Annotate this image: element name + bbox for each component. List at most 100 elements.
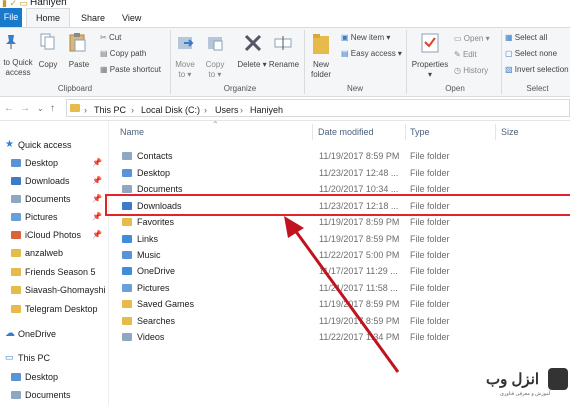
column-header-type[interactable]: Type [410,127,430,137]
column-header-name[interactable]: Name [120,127,144,137]
rename-icon[interactable] [274,34,292,52]
chevron-right-icon[interactable]: › [131,105,134,115]
forward-arrow-icon[interactable]: → [20,103,30,114]
pane-divider[interactable] [108,121,109,405]
nav-pc-documents[interactable]: Documents [25,390,71,400]
row-name[interactable]: Links [137,234,158,244]
row-name[interactable]: Saved Games [137,299,194,309]
select-none-button[interactable]: ▢ Select none [505,49,557,58]
breadcrumb-local-disk[interactable]: Local Disk (C:) [141,105,200,115]
edit-button[interactable]: ✎ Edit [454,50,477,59]
recent-locations-icon[interactable]: ⌄ [37,104,44,113]
nav-quick-access[interactable]: Quick access [18,140,72,150]
pin-icon[interactable] [4,34,18,50]
new-group-label: New [346,84,363,93]
move-to-icon[interactable] [176,33,196,53]
row-name[interactable]: Videos [137,332,164,342]
clipboard-group-label: Clipboard [57,84,93,93]
history-button[interactable]: ◷ History [454,66,488,75]
properties-icon[interactable] [420,32,440,54]
nav-item-friends-season-5[interactable]: Friends Season 5 [25,267,96,277]
cloud-icon: ☁ [5,328,15,339]
open-group-label: Open [445,84,465,93]
nav-item-documents[interactable]: Documents [25,194,71,204]
icloud-photos-icon [11,231,21,239]
row-name[interactable]: OneDrive [137,266,175,276]
row-name[interactable]: Documents [137,184,183,194]
onedrive-cloud-icon [122,267,132,275]
copy-button[interactable]: Copy [36,60,60,70]
annotation-arrow [284,216,400,373]
searches-folder-icon [122,317,132,325]
column-header-date[interactable]: Date modified [318,127,374,137]
move-to-button[interactable]: Move to ▾ [172,60,198,80]
column-divider[interactable] [405,124,406,140]
open-button[interactable]: ▭ Open ▾ [454,34,490,43]
row-name[interactable]: Pictures [137,283,170,293]
back-arrow-icon[interactable]: ← [4,103,14,114]
nav-item-downloads[interactable]: Downloads [25,176,70,186]
nav-item-icloud-photos[interactable]: iCloud Photos [25,230,81,240]
easy-access-button[interactable]: ▤ Easy access ▾ [341,49,402,58]
breadcrumb-users[interactable]: Users [215,105,239,115]
open-icon: ▭ [454,34,462,43]
paste-shortcut-button[interactable]: ▦ Paste shortcut [100,65,161,74]
row-name[interactable]: Searches [137,316,175,326]
documents-folder-icon [11,391,21,399]
row-date: 11/23/2017 12:48 ... [319,168,399,178]
tab-file[interactable]: File [0,8,22,27]
pin-to-quick-access-button[interactable]: to Quick access [0,58,36,78]
paste-icon[interactable] [69,32,87,52]
properties-button[interactable]: Properties ▾ [410,60,450,80]
cut-button[interactable]: ✂ Cut [100,33,121,42]
tab-view[interactable]: View [122,13,141,23]
nav-pc-desktop[interactable]: Desktop [25,372,58,382]
window-title: Haniyeh [30,0,67,8]
new-folder-icon[interactable] [312,32,330,56]
row-name[interactable]: Music [137,250,161,260]
row-type: File folder [410,250,450,260]
invert-selection-icon: ▧ [505,65,513,74]
copy-to-icon[interactable] [206,33,226,53]
copy-icon[interactable] [40,33,56,51]
delete-icon[interactable] [243,33,263,53]
copy-path-icon: ▤ [100,49,108,58]
nav-item-pictures[interactable]: Pictures [25,212,58,222]
breadcrumb-haniyeh[interactable]: Haniyeh [250,105,283,115]
ribbon-separator [304,30,305,94]
scissors-icon: ✂ [100,33,107,42]
new-item-button[interactable]: ▣ New item ▾ [341,33,390,42]
row-name[interactable]: Favorites [137,217,174,227]
rename-button[interactable]: Rename [268,60,300,70]
nav-item-siavash-ghomayshi[interactable]: Siavash-Ghomayshi [25,285,106,295]
select-all-button[interactable]: ▦ Select all [505,33,547,42]
nav-item-desktop[interactable]: Desktop [25,158,58,168]
row-name[interactable]: Contacts [137,151,173,161]
tab-home[interactable]: Home [26,8,70,27]
paste-button[interactable]: Paste [64,60,94,70]
column-header-size[interactable]: Size [501,127,519,137]
folder-icon [11,268,21,276]
breadcrumb-this-pc[interactable]: This PC [94,105,126,115]
copy-path-button[interactable]: ▤ Copy path [100,49,146,58]
music-folder-icon [122,251,132,259]
column-divider[interactable] [312,124,313,140]
nav-onedrive[interactable]: OneDrive [18,329,56,339]
delete-button[interactable]: Delete ▾ [236,60,268,70]
tab-share[interactable]: Share [81,13,105,23]
chevron-right-icon[interactable]: › [204,105,207,115]
nav-this-pc[interactable]: This PC [18,353,50,363]
row-type: File folder [410,283,450,293]
column-divider[interactable] [495,124,496,140]
nav-item-telegram-desktop[interactable]: Telegram Desktop [25,304,98,314]
nav-item-anzalweb[interactable]: anzalweb [25,248,63,258]
chevron-right-icon[interactable]: › [240,105,243,115]
invert-selection-button[interactable]: ▧ Invert selection [505,65,569,74]
copy-to-button[interactable]: Copy to ▾ [202,60,228,80]
watermark-logo [548,368,568,390]
new-folder-button[interactable]: New folder [306,60,336,80]
row-name[interactable]: Desktop [137,168,170,178]
up-arrow-icon[interactable]: ↑ [50,103,55,114]
chevron-right-icon[interactable]: › [84,105,87,115]
contacts-folder-icon [122,152,132,160]
